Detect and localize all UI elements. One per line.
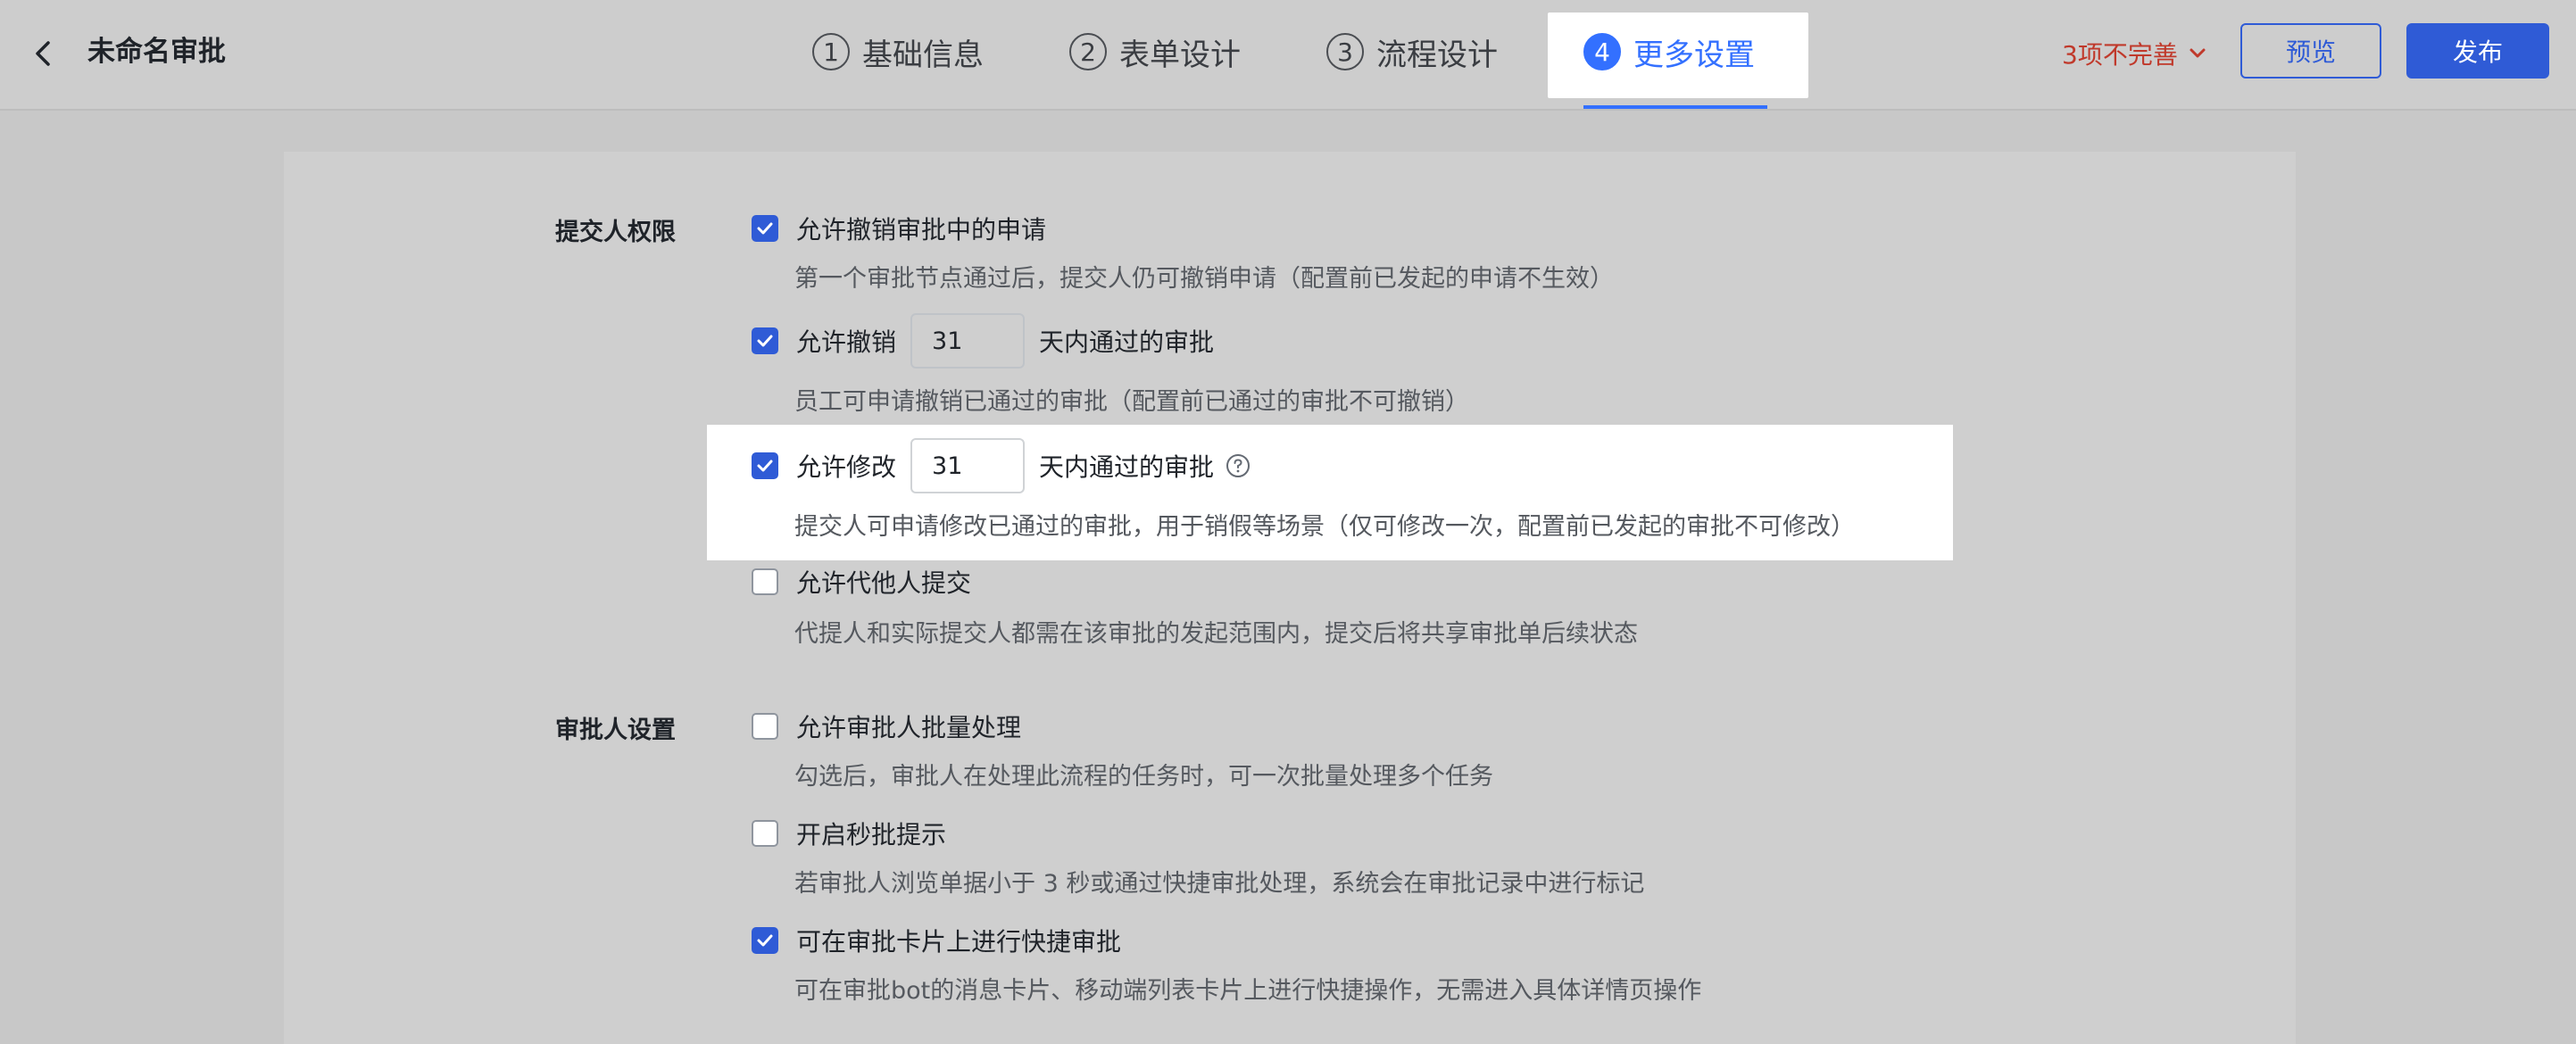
checkbox-unchecked[interactable] xyxy=(752,568,778,595)
tab-basic-info[interactable]: 1 基础信息 xyxy=(812,27,984,77)
checkbox-unchecked[interactable] xyxy=(752,713,778,740)
setting-description: 提交人可申请修改已通过的审批，用于销假等场景（仅可修改一次，配置前已发起的审批不… xyxy=(794,513,1855,541)
chevron-down-icon xyxy=(2190,48,2206,58)
setting-label: 允许撤销审批中的申请 xyxy=(796,215,1047,244)
setting-label: 允许撤销 xyxy=(796,327,897,357)
section-label-approver: 审批人设置 xyxy=(555,717,676,744)
checkbox-checked[interactable] xyxy=(752,327,778,354)
checkbox-checked[interactable] xyxy=(752,927,778,954)
setting-description: 员工可申请撤销已通过的审批（配置前已通过的审批不可撤销） xyxy=(794,388,1469,416)
step-number: 3 xyxy=(1326,33,1364,70)
step-label: 表单设计 xyxy=(1119,37,1241,73)
back-arrow-icon[interactable] xyxy=(25,34,64,73)
step-label: 更多设置 xyxy=(1633,37,1755,73)
tab-flow-design[interactable]: 3 流程设计 xyxy=(1326,27,1498,77)
setting-suffix: 天内通过的审批 xyxy=(1039,452,1215,482)
setting-label: 开启秒批提示 xyxy=(796,820,947,849)
setting-label: 允许审批人批量处理 xyxy=(796,713,1022,742)
setting-label: 允许代他人提交 xyxy=(796,568,972,598)
question-help-icon[interactable] xyxy=(1225,452,1251,479)
setting-allow-revoke-pending: 允许撤销审批中的申请 xyxy=(752,211,1046,246)
days-input[interactable]: 31 xyxy=(910,438,1026,493)
step-number: 1 xyxy=(812,33,850,70)
setting-description: 勾选后，审批人在处理此流程的任务时，可一次批量处理多个任务 xyxy=(794,763,1493,791)
setting-label: 允许修改 xyxy=(796,452,897,482)
days-input[interactable]: 31 xyxy=(910,313,1026,369)
setting-suffix: 天内通过的审批 xyxy=(1039,327,1215,357)
tab-form-design[interactable]: 2 表单设计 xyxy=(1069,27,1241,77)
step-number: 4 xyxy=(1583,33,1621,70)
setting-quick-approve-hint: 开启秒批提示 xyxy=(752,816,946,851)
tab-more-settings[interactable]: 4 更多设置 xyxy=(1583,27,1755,77)
checkbox-checked[interactable] xyxy=(752,452,778,479)
setting-card-quick-approve: 可在审批卡片上进行快捷审批 xyxy=(752,923,1121,958)
setting-allow-submit-for-others: 允许代他人提交 xyxy=(752,564,971,600)
page-title: 未命名审批 xyxy=(87,36,226,68)
checkbox-unchecked[interactable] xyxy=(752,820,778,847)
setting-description: 若审批人浏览单据小于 3 秒或通过快捷审批处理，系统会在审批记录中进行标记 xyxy=(794,870,1645,898)
top-header: 未命名审批 1 基础信息 2 表单设计 3 流程设计 4 更多设置 3项不完善 … xyxy=(0,0,2576,111)
section-label-submitter: 提交人权限 xyxy=(555,219,676,246)
active-tab-underline xyxy=(1583,105,1767,109)
step-number: 2 xyxy=(1069,33,1107,70)
preview-button[interactable]: 预览 xyxy=(2240,23,2381,79)
step-label: 基础信息 xyxy=(862,37,984,73)
setting-label: 可在审批卡片上进行快捷审批 xyxy=(796,927,1122,957)
setting-allow-revoke-approved: 允许撤销 31 天内通过的审批 xyxy=(752,312,1214,369)
incomplete-label: 3项不完善 xyxy=(2062,40,2178,70)
incomplete-dropdown[interactable]: 3项不完善 xyxy=(2062,34,2210,73)
checkbox-checked[interactable] xyxy=(752,215,778,242)
setting-allow-modify: 允许修改 31 天内通过的审批 xyxy=(752,437,1251,494)
setting-description: 代提人和实际提交人都需在该审批的发起范围内，提交后将共享审批单后续状态 xyxy=(794,620,1638,648)
publish-button[interactable]: 发布 xyxy=(2406,23,2549,79)
setting-batch-processing: 允许审批人批量处理 xyxy=(752,708,1021,744)
setting-description: 第一个审批节点通过后，提交人仍可撤销申请（配置前已发起的申请不生效） xyxy=(794,265,1614,293)
setting-description: 可在审批bot的消息卡片、移动端列表卡片上进行快捷操作，无需进入具体详情页操作 xyxy=(794,977,1702,1005)
step-label: 流程设计 xyxy=(1376,37,1498,73)
